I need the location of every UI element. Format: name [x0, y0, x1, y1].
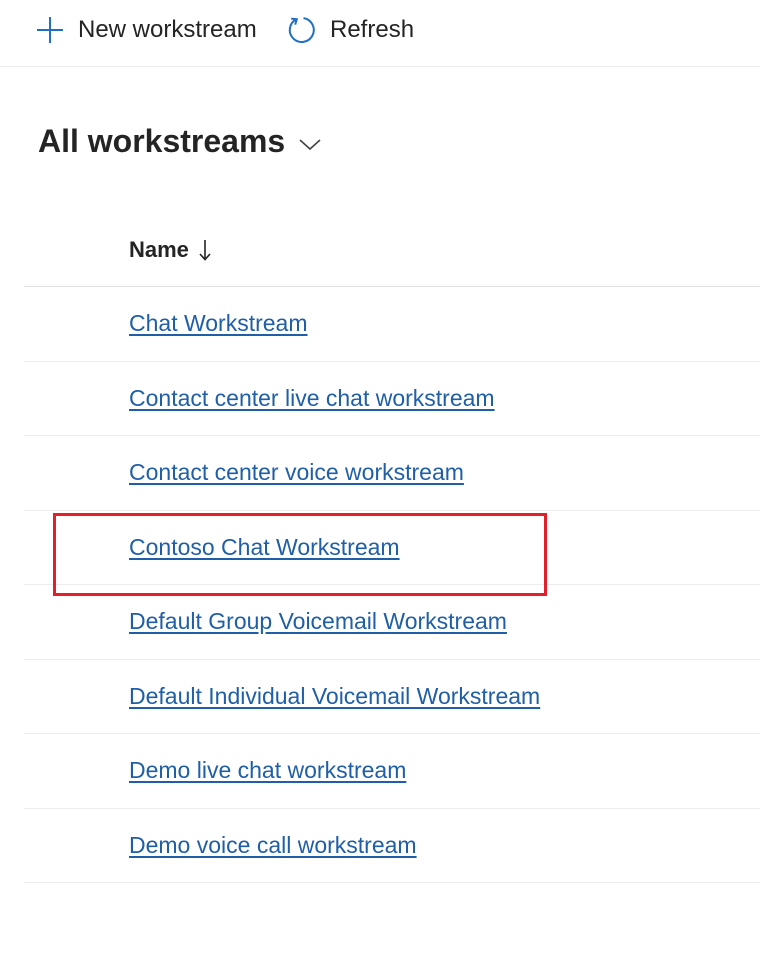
column-header-label: Name [129, 236, 189, 262]
arrow-down-icon [197, 237, 215, 263]
workstream-link[interactable]: Demo live chat workstream [129, 757, 406, 784]
table-row: Contact center live chat workstream [24, 362, 760, 436]
workstream-link[interactable]: Default Individual Voicemail Workstream [129, 683, 540, 710]
grid-rows: Chat Workstream Contact center live chat… [24, 287, 760, 883]
grid-header: Name [24, 213, 760, 287]
table-row: Default Group Voicemail Workstream [24, 585, 760, 660]
workstream-link[interactable]: Contact center live chat workstream [129, 385, 495, 412]
workstreams-grid: Name Chat Workstream Contact center live… [24, 213, 760, 883]
refresh-icon [286, 14, 318, 46]
chevron-down-icon[interactable] [297, 131, 323, 157]
new-workstream-button[interactable]: New workstream [34, 10, 257, 50]
refresh-label: Refresh [330, 16, 415, 43]
column-header-name[interactable]: Name [129, 237, 215, 263]
plus-icon [34, 14, 66, 46]
workstreams-page: New workstream Refresh All workstreams N… [0, 0, 760, 975]
table-row: Default Individual Voicemail Workstream [24, 660, 760, 734]
workstream-link[interactable]: Contact center voice workstream [129, 459, 464, 486]
workstream-link[interactable]: Chat Workstream [129, 310, 308, 337]
view-title: All workstreams [38, 122, 286, 159]
table-row: Chat Workstream [24, 287, 760, 362]
new-workstream-label: New workstream [78, 16, 257, 43]
refresh-button[interactable]: Refresh [286, 10, 414, 50]
workstream-link[interactable]: Contoso Chat Workstream [129, 534, 400, 561]
command-bar: New workstream Refresh [0, 0, 760, 67]
table-row: Contact center voice workstream [24, 436, 760, 511]
table-row: Demo live chat workstream [24, 734, 760, 809]
table-row: Demo voice call workstream [24, 809, 760, 883]
view-selector[interactable]: All workstreams [38, 116, 323, 166]
workstream-link[interactable]: Demo voice call workstream [129, 832, 417, 859]
workstream-link[interactable]: Default Group Voicemail Workstream [129, 608, 507, 635]
table-row: Contoso Chat Workstream [24, 511, 760, 585]
